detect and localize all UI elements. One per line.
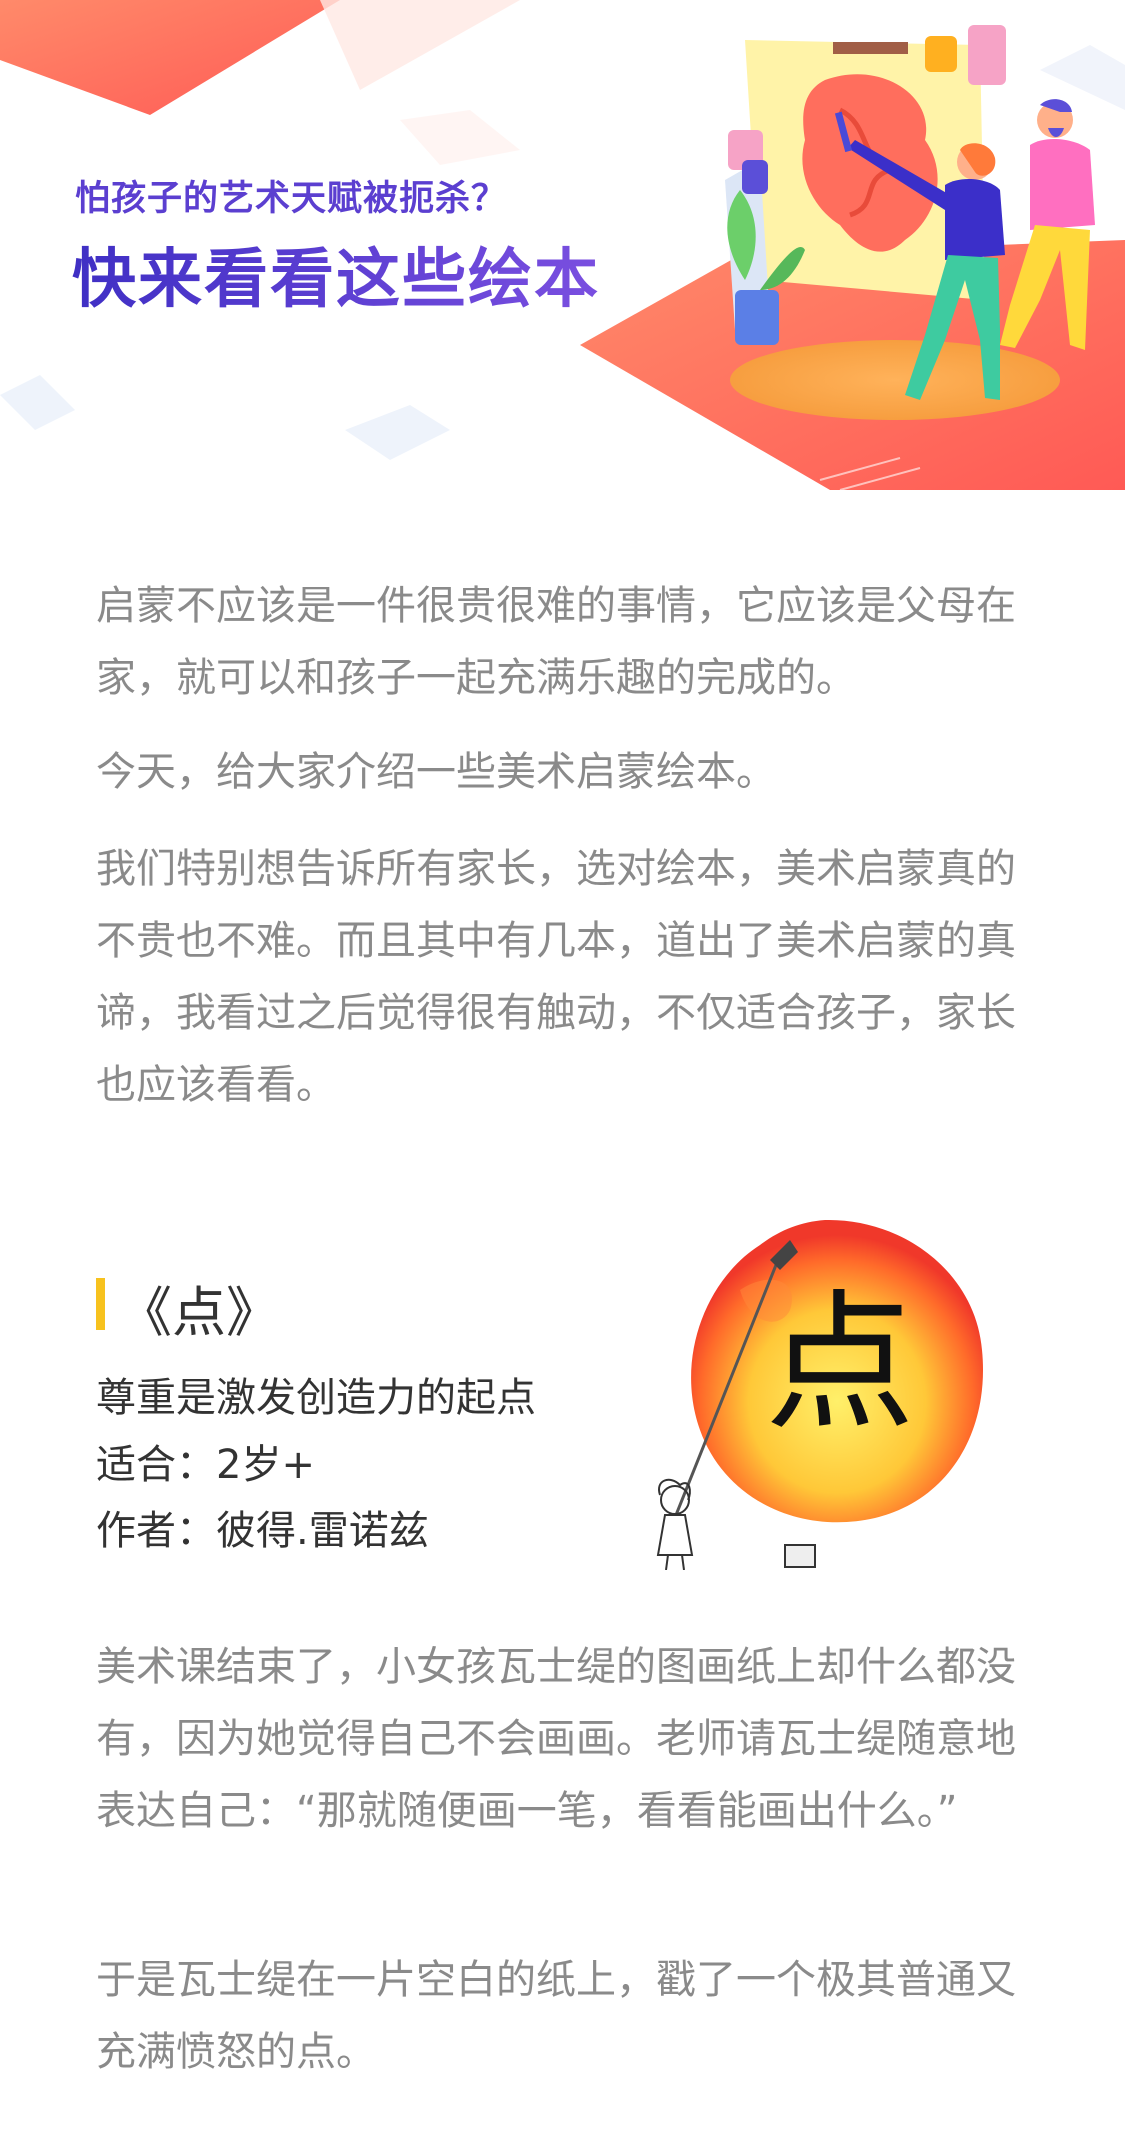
story-paragraph: 美术课结束了，小女孩瓦士缇的图画纸上却什么都没有，因为她觉得自己不会画画。老师请… <box>96 1644 1016 1834</box>
accent-bar <box>96 1278 105 1330</box>
book-author: 作者：彼得.雷诺兹 <box>96 1508 429 1554</box>
intro-paragraph: 我们特别想告诉所有家长，选对绘本，美术启蒙真的不贵也不难。而且其中有几本，道出了… <box>96 846 1016 1108</box>
story-paragraph: 于是瓦士缇在一片空白的纸上，戳了一个极其普通又充满愤怒的点。 <box>96 1957 1016 2075</box>
coral-shape <box>0 0 340 115</box>
intro-paragraph: 今天，给大家介绍一些美术启蒙绘本。 <box>96 749 776 795</box>
book-tagline: 尊重是激发创造力的起点 <box>96 1375 536 1421</box>
header-banner: 怕孩子的艺术天赋被扼杀？ 快来看看这些绘本 <box>0 0 1125 490</box>
cover-character: 点 <box>765 1277 915 1451</box>
banner-subtitle: 怕孩子的艺术天赋被扼杀？ <box>75 179 508 219</box>
book-title: 《点》 <box>118 1281 280 1344</box>
book-card: 《点》 尊重是激发创造力的起点 适合：2岁+ 作者：彼得.雷诺兹 点 <box>0 1200 1125 1580</box>
banner-title: 快来看看这些绘本 <box>72 228 600 320</box>
book-cover-image: 点 <box>656 1219 984 1570</box>
intro-paragraph: 启蒙不应该是一件很贵很难的事情，它应该是父母在家，就可以和孩子一起充满乐趣的完成… <box>96 583 1016 701</box>
book-age: 适合：2岁+ <box>96 1442 315 1488</box>
